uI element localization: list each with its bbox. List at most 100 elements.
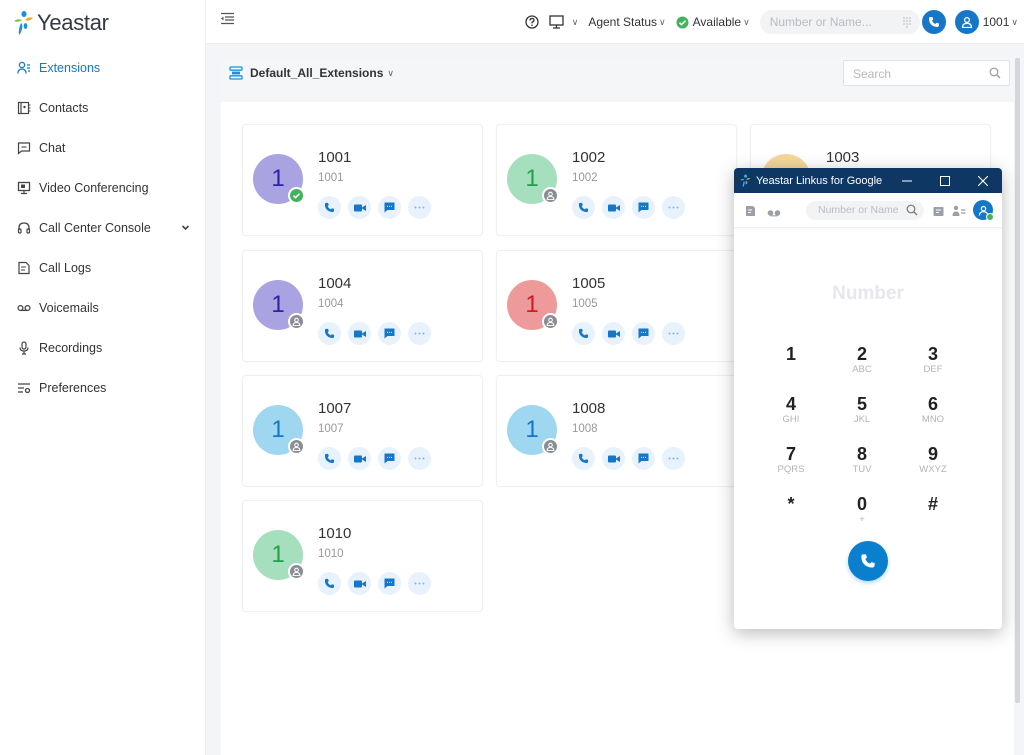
dialpad-key[interactable]: 1 <box>761 344 821 364</box>
extension-number: 1001 <box>318 172 344 184</box>
chat-button[interactable] <box>378 322 401 345</box>
more-button[interactable] <box>408 196 431 219</box>
sidebar-item-preferences[interactable]: Preferences <box>0 368 206 408</box>
call-button[interactable] <box>572 322 595 345</box>
dialpad-key[interactable]: 5 JKL <box>832 394 892 426</box>
user-menu[interactable]: 1001 ∨ <box>954 10 1018 34</box>
transfer-contacts-icon[interactable] <box>952 204 966 222</box>
chevron-down-icon: ∨ <box>571 16 579 27</box>
video-call-button[interactable] <box>602 322 625 345</box>
extension-group-dropdown[interactable]: Default_All_Extensions ∨ <box>229 66 394 80</box>
video-call-button[interactable] <box>348 196 371 219</box>
extension-name: 1003 <box>826 149 860 166</box>
sidebar-item-label: Extensions <box>39 61 101 75</box>
dial-search-input[interactable]: Number or Name... <box>759 10 920 34</box>
conference-icon[interactable] <box>933 204 944 222</box>
dialpad-key[interactable]: # <box>903 494 963 514</box>
number-display[interactable]: Number <box>734 283 1002 305</box>
linkus-search-input[interactable]: Number or Name <box>806 201 924 220</box>
more-button[interactable] <box>408 572 431 595</box>
chevron-down-icon: ∨ <box>743 16 750 27</box>
extension-card[interactable]: 1 1005 1005 <box>496 250 737 362</box>
chat-button[interactable] <box>632 196 655 219</box>
key-digit: * <box>787 494 795 514</box>
sidebar-item-call-logs[interactable]: Call Logs <box>0 248 206 288</box>
video-call-button[interactable] <box>602 196 625 219</box>
call-button[interactable] <box>318 196 341 219</box>
help-icon[interactable] <box>525 15 539 29</box>
sidebar-nav: Extensions Contacts Chat Video Conferenc… <box>0 48 206 408</box>
extension-card[interactable]: 1 1004 1004 <box>242 250 483 362</box>
chat-button[interactable] <box>378 572 401 595</box>
sidebar-item-voicemails[interactable]: Voicemails <box>0 288 206 328</box>
dialpad-key[interactable]: 6 MNO <box>903 394 963 426</box>
dialpad-key[interactable]: 3 DEF <box>903 344 963 376</box>
agent-status-label: Agent Status <box>588 15 658 29</box>
chat-button[interactable] <box>378 447 401 470</box>
availability-dropdown[interactable]: Available ∨ <box>676 15 750 29</box>
more-button[interactable] <box>662 322 685 345</box>
yeastar-logo[interactable]: Yeastar <box>12 10 109 36</box>
video-call-button[interactable] <box>348 572 371 595</box>
extension-card[interactable]: 1 1002 1002 <box>496 124 737 236</box>
linkus-user-avatar[interactable] <box>973 200 994 221</box>
chat-button[interactable] <box>632 322 655 345</box>
call-button[interactable] <box>921 10 946 34</box>
maximize-icon[interactable] <box>926 168 964 193</box>
group-icon <box>229 66 243 80</box>
minimize-icon[interactable] <box>888 168 926 193</box>
more-button[interactable] <box>662 447 685 470</box>
call-button[interactable] <box>572 447 595 470</box>
dialpad-key[interactable]: 4 GHI <box>761 394 821 426</box>
call-button[interactable] <box>318 447 341 470</box>
extension-card[interactable]: 1 1010 1010 <box>242 500 483 612</box>
collapse-menu-icon[interactable] <box>220 12 235 30</box>
call-button[interactable] <box>572 196 595 219</box>
call-logs-icon[interactable] <box>745 204 757 222</box>
extension-card[interactable]: 1 1007 1007 <box>242 375 483 487</box>
dialpad-icon[interactable] <box>902 16 912 28</box>
sidebar-item-label: Call Logs <box>39 261 92 275</box>
sidebar-item-recordings[interactable]: Recordings <box>0 328 206 368</box>
sidebar-item-video-conferencing[interactable]: Video Conferencing <box>0 168 206 208</box>
monitor-icon <box>549 15 564 29</box>
more-button[interactable] <box>408 447 431 470</box>
close-icon[interactable] <box>964 168 1002 193</box>
key-digit: 9 <box>927 444 938 464</box>
call-button[interactable] <box>318 572 341 595</box>
sidebar-item-extensions[interactable]: Extensions <box>0 48 206 88</box>
chevron-down-icon[interactable] <box>181 221 190 235</box>
sidebar-item-label: Contacts <box>39 101 89 115</box>
agent-status-dropdown[interactable]: Agent Status ∨ <box>588 15 665 29</box>
chevron-down-icon: ∨ <box>1011 16 1018 27</box>
voicemail-icon[interactable] <box>767 205 781 223</box>
more-button[interactable] <box>662 196 685 219</box>
dialpad-key[interactable]: 2 ABC <box>832 344 892 376</box>
more-button[interactable] <box>408 322 431 345</box>
extension-name: 1004 <box>318 275 352 292</box>
scrollbar[interactable] <box>1015 58 1020 703</box>
top-bar: ∨ Agent Status ∨ Available ∨ Number or N… <box>206 0 1024 44</box>
sidebar-item-contacts[interactable]: Contacts <box>0 88 206 128</box>
sidebar-item-call-center-console[interactable]: Call Center Console <box>0 208 206 248</box>
video-call-button[interactable] <box>348 322 371 345</box>
dialpad-key[interactable]: 0 + <box>832 494 892 526</box>
video-call-button[interactable] <box>602 447 625 470</box>
key-letters: ABC <box>852 364 872 375</box>
chat-button[interactable] <box>632 447 655 470</box>
dialpad-key[interactable]: 7 PQRS <box>761 444 821 476</box>
video-call-button[interactable] <box>348 447 371 470</box>
dial-button[interactable] <box>848 541 888 581</box>
display-selector[interactable]: ∨ <box>549 15 579 29</box>
sidebar-item-chat[interactable]: Chat <box>0 128 206 168</box>
extension-search-input[interactable]: Search <box>843 60 1010 86</box>
extension-card[interactable]: 1 1008 1008 <box>496 375 737 487</box>
chat-button[interactable] <box>378 196 401 219</box>
extension-card[interactable]: 1 1001 1001 <box>242 124 483 236</box>
dialpad-key[interactable]: * <box>761 494 821 514</box>
linkus-title-bar[interactable]: Yeastar Linkus for Google <box>734 168 1002 193</box>
video-icon <box>353 454 366 464</box>
call-button[interactable] <box>318 322 341 345</box>
dialpad-key[interactable]: 9 WXYZ <box>903 444 963 476</box>
dialpad-key[interactable]: 8 TUV <box>832 444 892 476</box>
